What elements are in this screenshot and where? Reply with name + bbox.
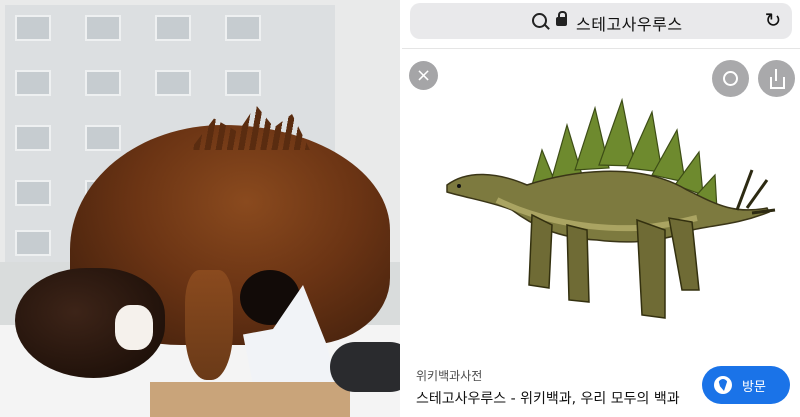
close-button[interactable]: × — [409, 61, 438, 90]
tissue-box — [150, 382, 350, 417]
search-icon — [532, 13, 547, 28]
lock-icon — [556, 11, 567, 26]
reload-icon[interactable]: ↻ — [764, 10, 782, 30]
address-bar[interactable]: 스테고사우루스 ↻ — [410, 3, 792, 39]
cat-white-patch — [115, 305, 153, 350]
image-viewer-panel: 스테고사우루스 ↻ × 위키백과사전 스테고사우루스 - 위키백과, 우리 모두… — [402, 0, 800, 417]
globe-icon — [714, 376, 732, 394]
visit-label: 방문 — [742, 380, 766, 395]
result-source: 위키백과사전 — [416, 369, 483, 383]
address-text: 스테고사우루스 — [576, 15, 683, 34]
divider — [402, 48, 800, 49]
close-icon: × — [415, 65, 432, 86]
stegosaurus-image — [446, 97, 776, 319]
dark-button-overlay — [330, 342, 400, 392]
cat-leg — [185, 270, 233, 380]
result-title[interactable]: 스테고사우루스 - 위키백과, 우리 모두의 백과 — [416, 388, 680, 408]
visit-button[interactable]: 방문 — [702, 366, 790, 404]
cat-photo — [0, 0, 400, 417]
